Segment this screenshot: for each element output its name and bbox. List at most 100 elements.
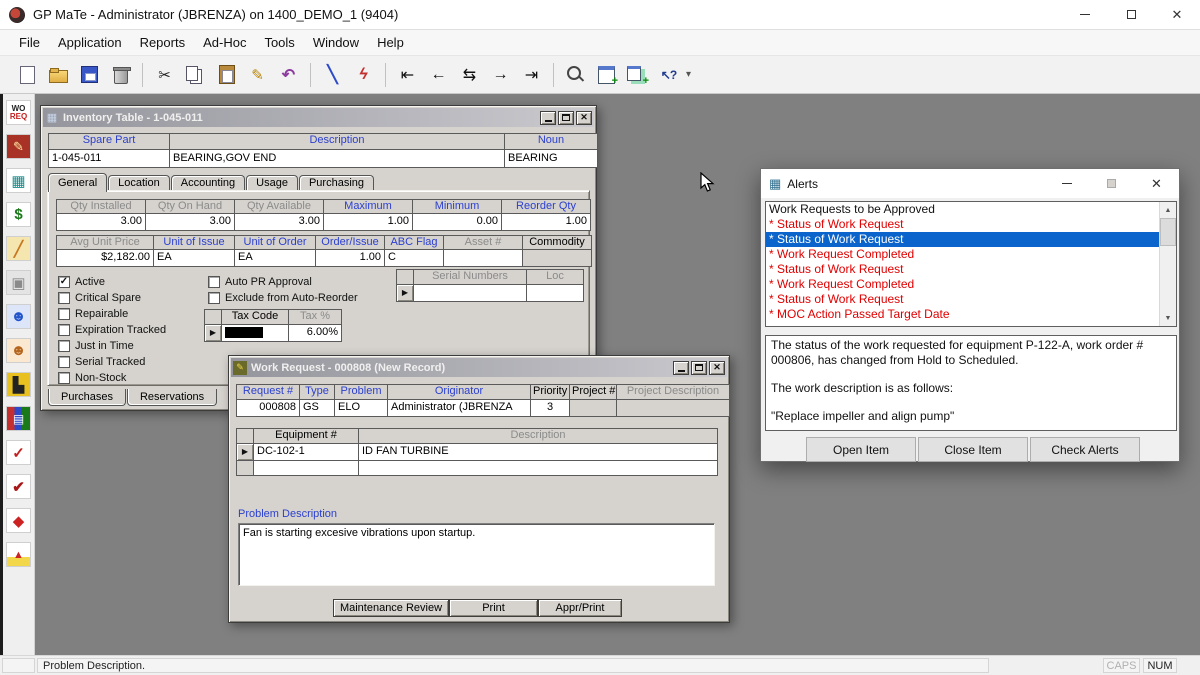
next-record-icon[interactable]: → (487, 61, 514, 88)
maintenance-review-button[interactable]: Maintenance Review (333, 599, 449, 617)
header-problem[interactable]: Problem (335, 385, 387, 399)
header-unit-of-order[interactable]: Unit of Order (235, 236, 315, 249)
equipment-row-selector[interactable]: ▶ (237, 444, 253, 460)
non-stock-checkbox[interactable] (58, 372, 70, 384)
qty-available-cell[interactable]: 3.00 (235, 214, 323, 230)
inventory-maximize-button[interactable] (558, 111, 574, 125)
just-in-time-checkbox[interactable] (58, 340, 70, 352)
forklift-icon[interactable]: ▙ (6, 372, 31, 397)
price-tag-icon[interactable]: ◆ (6, 508, 31, 533)
order-issue-cell[interactable]: 1.00 (316, 250, 384, 266)
tab-usage[interactable]: Usage (246, 175, 298, 191)
priority-cell[interactable]: 3 (531, 400, 569, 416)
format-painter-icon[interactable]: ✎ (244, 61, 271, 88)
loc-cell[interactable] (527, 285, 583, 301)
order-frequency-icon[interactable]: ✓ (6, 440, 31, 465)
maximum-cell[interactable]: 1.00 (324, 214, 412, 230)
operator-icon[interactable]: ☻ (6, 338, 31, 363)
personnel-icon[interactable]: ☻ (6, 304, 31, 329)
paste-icon[interactable] (213, 61, 240, 88)
header-request-number[interactable]: Request # (237, 385, 299, 399)
window-list-icon[interactable] (593, 61, 620, 88)
last-record-icon[interactable]: ⇥ (518, 61, 545, 88)
approval-icon[interactable]: ✔ (6, 474, 31, 499)
problem-description-label[interactable]: Problem Description (238, 508, 337, 520)
qty-installed-cell[interactable]: 3.00 (57, 214, 145, 230)
tax-row-selector[interactable]: ▶ (205, 325, 221, 341)
expiration-tracked-checkbox[interactable] (58, 324, 70, 336)
schedule-icon[interactable]: ▦ (6, 168, 31, 193)
unit-of-issue-cell[interactable]: EA (154, 250, 234, 266)
appr-print-button[interactable]: Appr/Print (538, 599, 622, 617)
new-document-icon[interactable] (14, 61, 41, 88)
serial-tracked-checkbox[interactable] (58, 356, 70, 368)
alerts-maximize-button[interactable] (1089, 169, 1134, 198)
copy-window-icon[interactable] (624, 61, 651, 88)
run-process-icon[interactable]: ϟ (350, 61, 377, 88)
unit-of-order-cell[interactable]: EA (235, 250, 315, 266)
description-cell[interactable]: BEARING,GOV END (170, 150, 504, 167)
spare-part-cell[interactable]: 1-045-011 (49, 150, 169, 167)
equipment-empty-cell[interactable] (254, 461, 358, 475)
serial-row-selector[interactable]: ▶ (397, 285, 413, 301)
alert-item[interactable]: * Status of Work Request (766, 217, 1159, 232)
alert-item[interactable]: Work Requests to be Approved (766, 202, 1159, 217)
previous-record-icon[interactable]: ← (425, 61, 452, 88)
header-reorder-qty[interactable]: Reorder Qty (502, 200, 590, 213)
alert-item[interactable]: * Work Request Completed (766, 277, 1159, 292)
print-button[interactable]: Print (449, 599, 538, 617)
check-alerts-button[interactable]: Check Alerts (1030, 437, 1140, 462)
open-item-button[interactable]: Open Item (806, 437, 916, 462)
alerts-close-button[interactable]: ✕ (1134, 169, 1179, 198)
active-checkbox[interactable]: ✓ (58, 276, 70, 288)
undo-icon[interactable]: ↶ (275, 61, 302, 88)
tab-reservations[interactable]: Reservations (127, 389, 217, 406)
header-maximum[interactable]: Maximum (324, 200, 412, 213)
noun-cell[interactable]: BEARING (505, 150, 597, 167)
daily-log-icon[interactable]: ✎ (6, 134, 31, 159)
column-header-noun[interactable]: Noun (505, 134, 597, 149)
equipment-number-cell[interactable]: DC-102-1 (254, 444, 358, 460)
header-originator[interactable]: Originator (388, 385, 530, 399)
alert-item[interactable]: * Work Request Completed (766, 247, 1159, 262)
header-unit-of-issue[interactable]: Unit of Issue (154, 236, 234, 249)
equipment-empty-description-cell[interactable] (359, 461, 717, 475)
minimum-cell[interactable]: 0.00 (413, 214, 501, 230)
alert-item[interactable]: * MOC Action Passed Target Date (766, 307, 1159, 322)
alerts-titlebar[interactable]: ▦ Alerts ✕ (761, 169, 1179, 198)
inventory-titlebar[interactable]: ▦ Inventory Table - 1-045-011 ✕ (43, 108, 594, 127)
menu-adhoc[interactable]: Ad-Hoc (194, 32, 255, 53)
tax-code-cell[interactable] (222, 325, 288, 341)
tab-purchases[interactable]: Purchases (48, 389, 126, 406)
exclude-auto-reorder-checkbox[interactable] (208, 292, 220, 304)
problem-cell[interactable]: ELO (335, 400, 387, 416)
originator-cell[interactable]: Administrator (JBRENZA (388, 400, 530, 416)
tab-purchasing[interactable]: Purchasing (299, 175, 374, 191)
window-maximize-button[interactable] (1108, 0, 1154, 30)
reorder-qty-cell[interactable]: 1.00 (502, 214, 590, 230)
tab-accounting[interactable]: Accounting (171, 175, 245, 191)
inventory-minimize-button[interactable] (540, 111, 556, 125)
alert-item[interactable]: * Status of Work Request (766, 292, 1159, 307)
alert-item[interactable]: * Status of Work Request (766, 262, 1159, 277)
alert-item-selected[interactable]: * Status of Work Request (766, 232, 1159, 247)
catalog-icon[interactable]: ▤ (6, 406, 31, 431)
auto-pr-approval-checkbox[interactable] (208, 276, 220, 288)
column-header-description[interactable]: Description (170, 134, 504, 149)
inventory-close-button[interactable]: ✕ (576, 111, 592, 125)
toolbar-overflow-chevron[interactable]: ▾ (686, 69, 691, 80)
window-close-button[interactable]: ✕ (1154, 0, 1200, 30)
menu-window[interactable]: Window (304, 32, 368, 53)
abc-flag-cell[interactable]: C (385, 250, 443, 266)
cut-icon[interactable]: ✂ (151, 61, 178, 88)
finance-icon[interactable]: $ (6, 202, 31, 227)
locate-record-icon[interactable]: ⇆ (456, 61, 483, 88)
problem-description-textarea[interactable]: Fan is starting excesive vibrations upon… (238, 523, 715, 586)
search-icon[interactable] (562, 61, 589, 88)
header-abc-flag[interactable]: ABC Flag (385, 236, 443, 249)
repairable-checkbox[interactable] (58, 308, 70, 320)
trend-chart-icon[interactable]: ▲ (6, 542, 31, 567)
scrollbar-thumb[interactable] (1160, 218, 1176, 246)
request-number-cell[interactable]: 000808 (237, 400, 299, 416)
asset-number-cell[interactable] (444, 250, 522, 266)
